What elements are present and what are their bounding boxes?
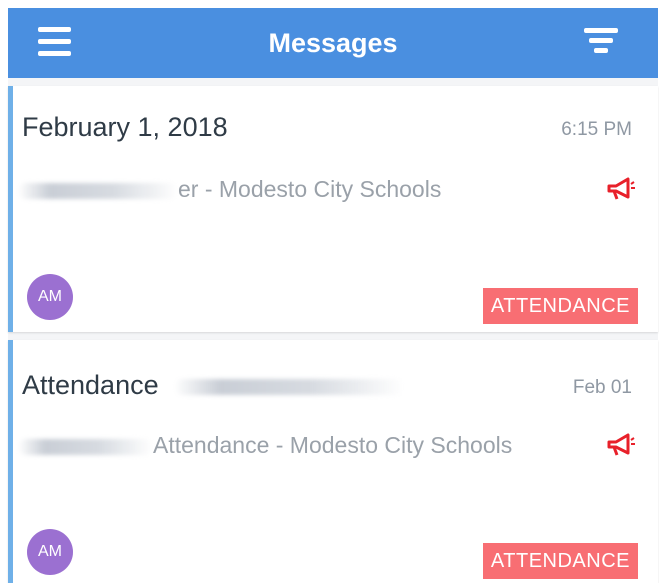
- message-title: February 1, 2018: [22, 112, 228, 142]
- sender-suffix: Attendance - Modesto City Schools: [153, 432, 513, 458]
- redacted-title-text: [174, 378, 405, 395]
- message-card[interactable]: February 1, 2018 6:15 PM er - Modesto Ci…: [8, 86, 658, 332]
- message-sender: er - Modesto City Schools: [18, 176, 441, 203]
- redacted-sender-name: [18, 438, 153, 455]
- category-badge: ATTENDANCE: [482, 543, 638, 579]
- avatar: AM: [27, 274, 73, 320]
- message-time: Feb 01: [572, 377, 632, 398]
- unread-accent-bar: [8, 340, 13, 583]
- avatar: AM: [27, 529, 73, 575]
- megaphone-icon: [607, 433, 635, 456]
- sender-suffix: er - Modesto City Schools: [178, 176, 442, 202]
- message-sender: Attendance - Modesto City Schools: [18, 432, 512, 459]
- redacted-sender-name: [18, 182, 178, 199]
- message-time: 6:15 PM: [561, 119, 632, 140]
- message-title-text: Attendance: [22, 370, 159, 400]
- app-header: Messages: [8, 8, 658, 78]
- message-title: Attendance: [22, 370, 405, 401]
- megaphone-icon: [607, 177, 635, 200]
- message-card[interactable]: Attendance Feb 01 Attendance - Modesto C…: [8, 340, 658, 583]
- page-title: Messages: [268, 27, 398, 58]
- app-screen: Messages February 1, 2018 6:15 PM er - M…: [8, 8, 658, 583]
- unread-accent-bar: [8, 86, 13, 332]
- filter-icon[interactable]: [580, 24, 626, 60]
- category-badge: ATTENDANCE: [482, 288, 638, 324]
